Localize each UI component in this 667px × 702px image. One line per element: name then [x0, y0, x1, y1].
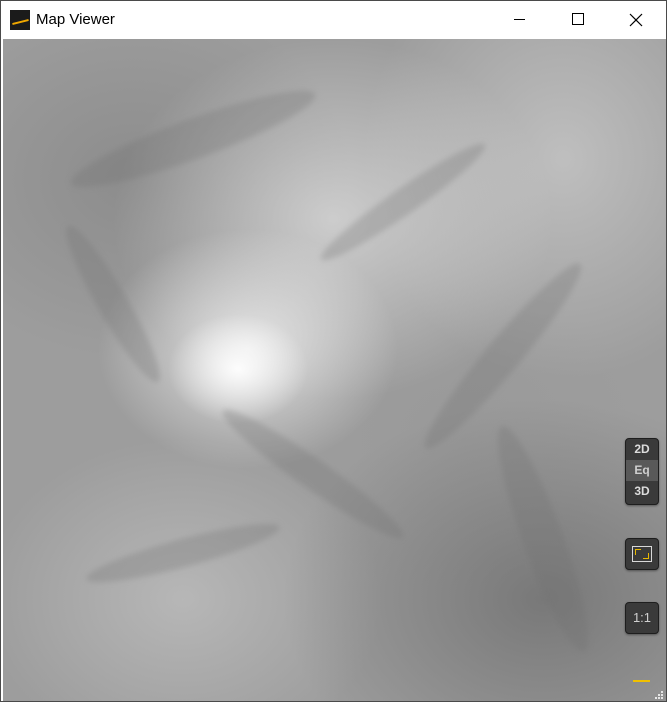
close-icon: [629, 13, 643, 27]
maximize-button[interactable]: [549, 1, 607, 38]
view-mode-selector: 2D Eq 3D: [625, 438, 659, 505]
one-to-one-button[interactable]: 1:1: [625, 602, 659, 634]
view-mode-2d[interactable]: 2D: [626, 439, 658, 460]
view-mode-3d[interactable]: 3D: [626, 481, 658, 502]
view-mode-eq[interactable]: Eq: [626, 460, 658, 481]
minimize-icon: [514, 19, 525, 20]
window-title: Map Viewer: [36, 11, 115, 28]
map-viewer-window: Map Viewer 2D Eq 3D 1:1: [0, 0, 667, 702]
maximize-icon: [572, 13, 584, 25]
map-canvas[interactable]: [3, 39, 666, 701]
close-button[interactable]: [607, 1, 665, 38]
minimize-button[interactable]: [491, 1, 549, 38]
title-bar[interactable]: Map Viewer: [1, 1, 666, 38]
scale-bar: [633, 680, 650, 682]
fit-to-window-icon: [632, 546, 652, 562]
resize-grip-icon[interactable]: [651, 687, 664, 700]
fit-to-window-button[interactable]: [625, 538, 659, 570]
app-icon: [10, 10, 30, 30]
